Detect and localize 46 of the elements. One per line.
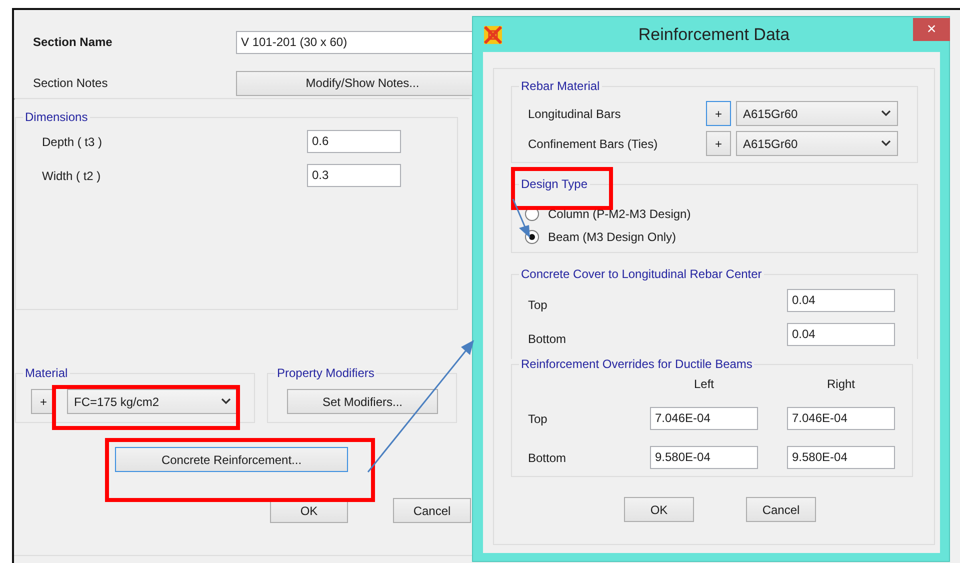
field-label: Confinement Bars (Ties) xyxy=(528,136,659,150)
add-button[interactable]: + xyxy=(706,131,731,156)
add-button[interactable]: + xyxy=(706,101,731,126)
chevron-icon xyxy=(881,140,891,147)
close-button[interactable]: × xyxy=(913,18,950,41)
dropdown[interactable]: A615Gr60 xyxy=(736,131,898,156)
field-label: Depth ( t3 ) xyxy=(42,134,104,148)
text-field[interactable]: 0.6 xyxy=(307,130,401,153)
dropdown[interactable]: A615Gr60 xyxy=(736,101,898,126)
group-title: Reinforcement Overrides for Ductile Beams xyxy=(520,357,754,371)
field-label: Top xyxy=(528,412,548,426)
group-title: Concrete Cover to Longitudinal Rebar Center xyxy=(520,267,763,281)
group-title: Design Type xyxy=(520,177,588,191)
group-title: Dimensions xyxy=(24,110,89,124)
field-label: Width ( t2 ) xyxy=(42,168,102,182)
text-field[interactable]: 0.3 xyxy=(307,164,401,187)
field-label: Bottom xyxy=(528,450,568,464)
dropdown[interactable]: FC=175 kg/cm2 xyxy=(67,389,238,414)
column-header: Right xyxy=(826,377,856,391)
window-title: Reinforcement Data xyxy=(637,24,791,44)
cancel-button[interactable]: Cancel xyxy=(746,497,816,522)
callout-arrow xyxy=(512,198,530,238)
group-title: Property Modifiers xyxy=(276,366,376,380)
column-header: Left xyxy=(692,377,715,391)
ok-button[interactable]: OK xyxy=(624,497,694,522)
set-modifiers-button[interactable]: Set Modifiers... xyxy=(287,389,438,414)
group-title: Material xyxy=(24,366,69,380)
text-field[interactable]: 9.580E-04 xyxy=(650,446,758,469)
field-label: Bottom xyxy=(528,330,568,346)
concrete-reinforcement-button[interactable]: Concrete Reinforcement... xyxy=(115,447,348,472)
radio-label[interactable]: Beam (M3 Design Only) xyxy=(548,230,676,244)
radio-label[interactable]: Column (P-M2-M3 Design) xyxy=(548,207,691,221)
cancel-button[interactable]: Cancel xyxy=(393,498,471,523)
text-field[interactable]: 7.046E-04 xyxy=(787,407,895,430)
text-field[interactable]: 0.04 xyxy=(787,323,895,346)
chevron-icon xyxy=(221,398,231,405)
field-label: Top xyxy=(528,296,548,312)
section-name-label: Section Name xyxy=(33,35,114,49)
text-field[interactable]: 7.046E-04 xyxy=(650,407,758,430)
field-label: Longitudinal Bars xyxy=(528,106,622,120)
text-field[interactable]: 0.04 xyxy=(787,289,895,312)
text-field[interactable]: 9.580E-04 xyxy=(787,446,895,469)
group-title: Rebar Material xyxy=(520,79,601,93)
chevron-icon xyxy=(881,110,891,117)
section-notes-label: Section Notes xyxy=(33,76,109,90)
app-icon xyxy=(483,24,503,44)
